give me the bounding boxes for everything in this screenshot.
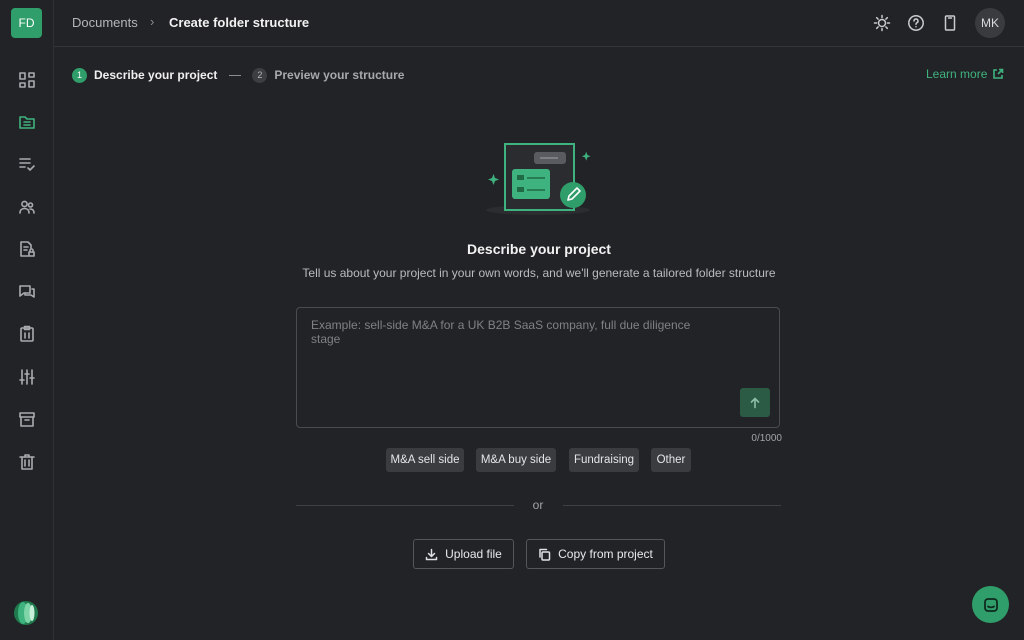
folder-icon[interactable] <box>14 109 40 135</box>
breadcrumb-separator: › <box>150 14 155 29</box>
section-description: Tell us about your project in your own w… <box>302 266 776 280</box>
sliders-icon[interactable] <box>14 364 40 390</box>
chip-ma-sell-side[interactable]: M&A sell side <box>386 448 464 472</box>
avatar[interactable]: MK <box>975 8 1005 38</box>
dashboard-icon[interactable] <box>14 67 40 93</box>
step-2-label[interactable]: Preview your structure <box>274 68 404 82</box>
chip-ma-buy-side[interactable]: M&A buy side <box>476 448 556 472</box>
submit-button[interactable] <box>740 388 770 417</box>
learn-more-link[interactable]: Learn more <box>926 67 1004 81</box>
breadcrumb-documents[interactable]: Documents <box>72 15 138 30</box>
help-icon[interactable] <box>905 12 927 34</box>
top-bar: Documents › Create folder structure MK <box>54 0 1024 47</box>
chat-icon[interactable] <box>14 279 40 305</box>
arrow-up-icon <box>750 396 760 408</box>
step-2-number: 2 <box>252 67 268 83</box>
page-title: Create folder structure <box>169 15 310 30</box>
task-list-icon[interactable] <box>14 151 40 177</box>
chip-fundraising[interactable]: Fundraising <box>569 448 639 472</box>
external-link-icon <box>993 68 1004 79</box>
learn-more-label: Learn more <box>926 67 988 81</box>
upload-file-button[interactable]: Upload file <box>413 539 514 569</box>
project-description-input[interactable] <box>309 316 723 390</box>
app-logo-icon <box>14 601 38 625</box>
section-heading: Describe your project <box>467 241 611 257</box>
stepper: 1 Describe your project 2 Preview your s… <box>72 66 404 84</box>
users-icon[interactable] <box>14 194 40 220</box>
project-description-box <box>296 307 780 428</box>
step-divider <box>229 74 242 76</box>
theme-toggle-icon[interactable] <box>871 12 893 34</box>
copy-from-project-button[interactable]: Copy from project <box>526 539 665 569</box>
download-icon <box>425 548 438 560</box>
step-1-number: 1 <box>72 67 87 83</box>
divider-left <box>296 505 514 506</box>
workspace-badge[interactable]: FD <box>11 8 42 38</box>
or-label: or <box>532 498 544 512</box>
sidebar: FD <box>0 0 54 640</box>
chip-other[interactable]: Other <box>651 448 691 472</box>
upload-file-label: Upload file <box>445 547 502 561</box>
chat-bubble-icon <box>983 597 998 612</box>
archive-icon[interactable] <box>14 406 40 432</box>
copy-icon <box>539 548 551 561</box>
clipboard-icon[interactable] <box>14 321 40 347</box>
device-icon[interactable] <box>939 12 961 34</box>
copy-from-project-label: Copy from project <box>558 547 653 561</box>
step-1-label[interactable]: Describe your project <box>94 68 217 82</box>
divider-right <box>563 505 781 506</box>
folder-structure-illustration <box>486 143 591 215</box>
support-chat-button[interactable] <box>972 586 1009 623</box>
character-count: 0/1000 <box>751 433 782 444</box>
trash-icon[interactable] <box>14 449 40 475</box>
